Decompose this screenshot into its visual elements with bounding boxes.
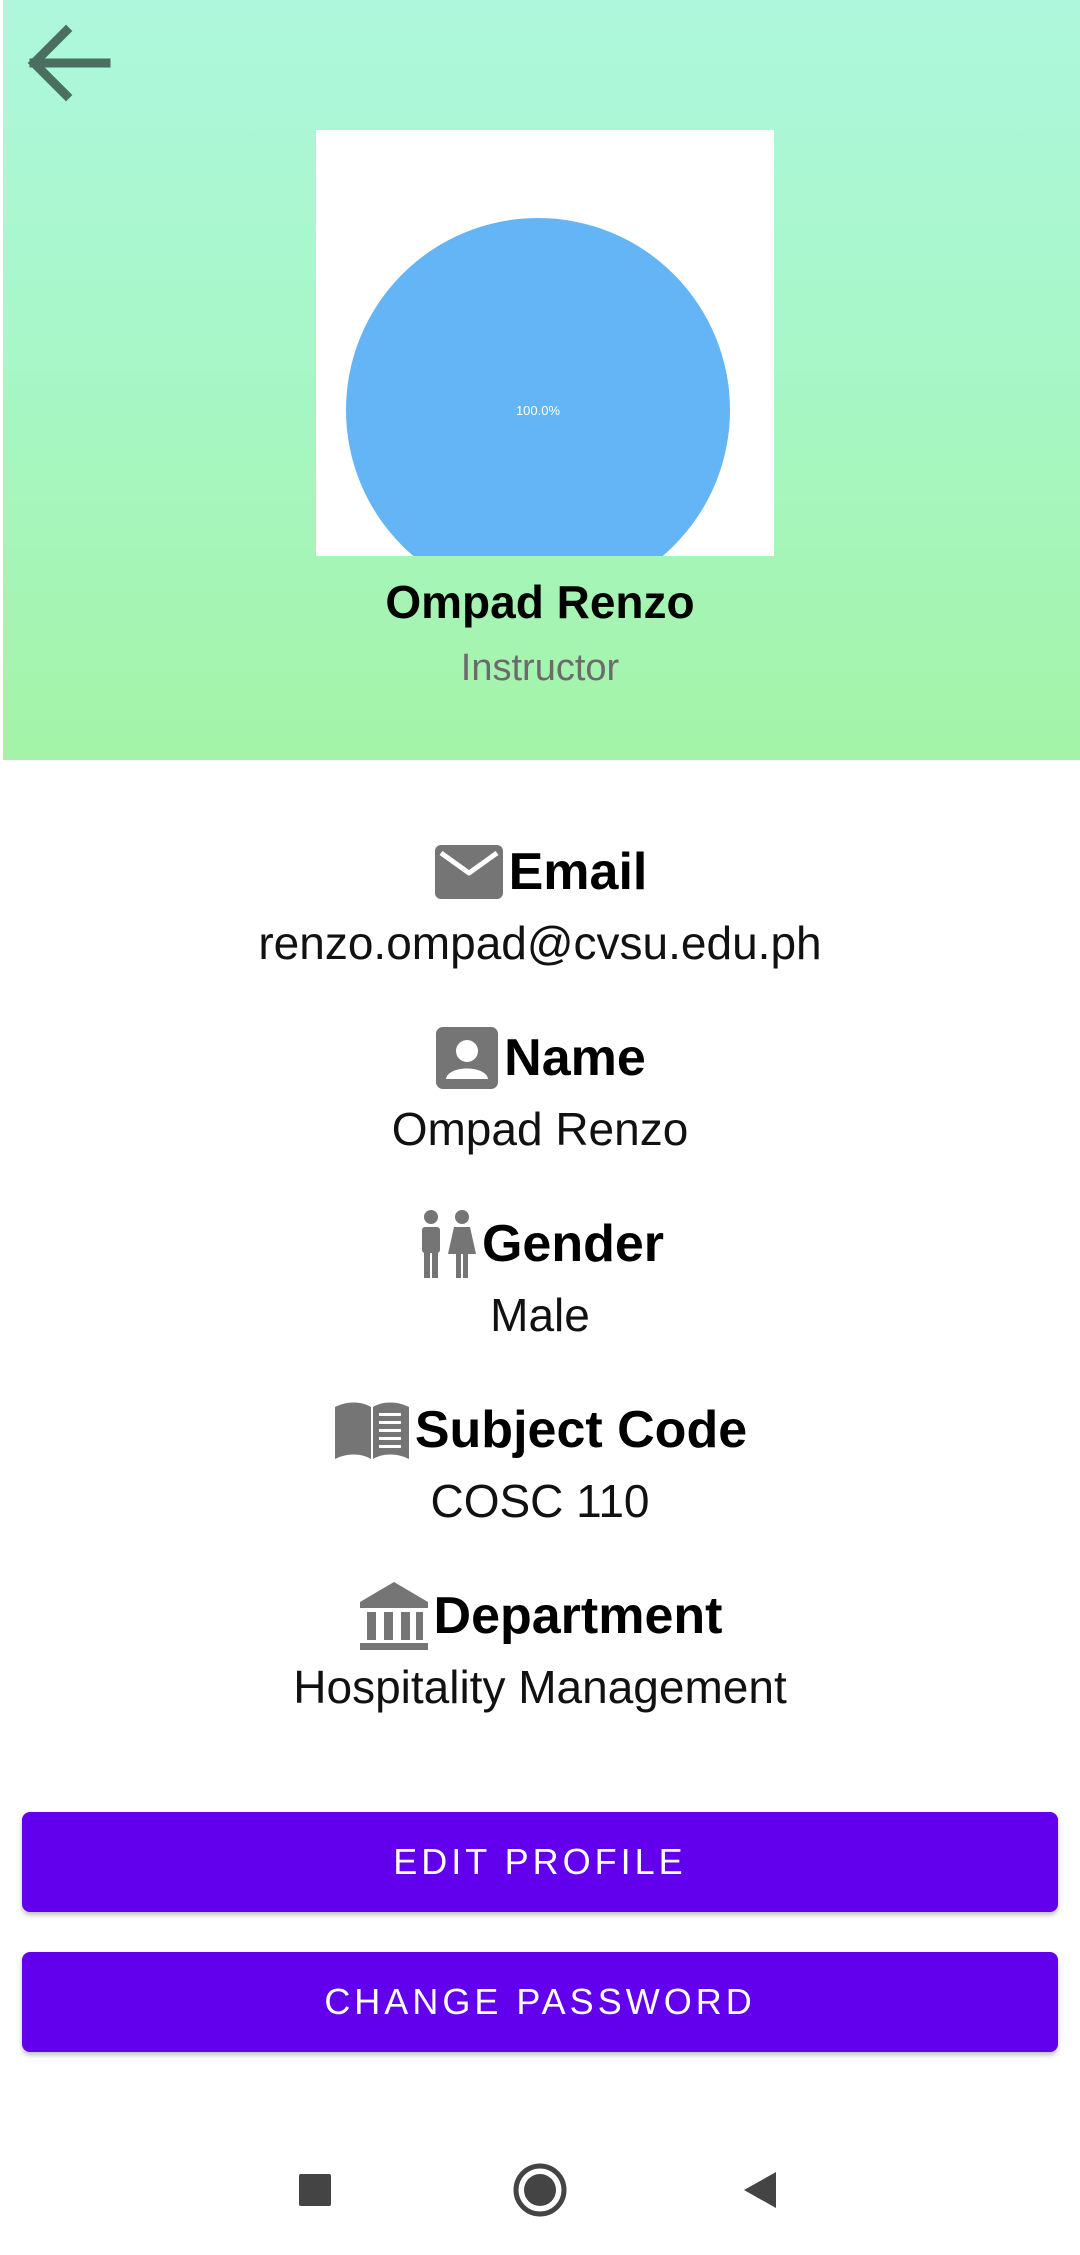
gender-label: Gender	[481, 1215, 665, 1273]
pie-chart: 100.0%	[346, 218, 730, 556]
circle-icon	[513, 2163, 567, 2217]
info-name: Name Ompad Renzo	[0, 1018, 1080, 1164]
recents-button[interactable]	[270, 2145, 360, 2235]
email-label: Email	[508, 843, 648, 901]
back-nav-button[interactable]	[715, 2145, 805, 2235]
subject-code-label: Subject Code	[414, 1401, 748, 1459]
mail-icon	[433, 841, 505, 903]
info-gender: Gender Male	[0, 1204, 1080, 1350]
name-label: Name	[504, 1029, 646, 1087]
book-icon	[333, 1399, 411, 1461]
profile-role: Instructor	[460, 647, 620, 689]
arrow-left-icon	[27, 24, 111, 102]
wc-icon	[416, 1208, 478, 1280]
change-password-button[interactable]: CHANGE PASSWORD	[22, 1952, 1058, 2052]
square-icon	[299, 2174, 331, 2206]
pie-slice-label-0: 100.0%	[516, 403, 561, 418]
system-nav-bar	[0, 2135, 1080, 2255]
department-value: Hospitality Management	[293, 1661, 787, 1713]
chart-container: 100.0%	[316, 130, 774, 556]
profile-name: Ompad Renzo	[385, 576, 695, 628]
profile-header: 100.0% Ompad Renzo Instructor	[3, 0, 1080, 760]
pie-slice-0	[346, 218, 730, 556]
info-department: Department Hospitality Management	[0, 1576, 1080, 1722]
edit-profile-button[interactable]: EDIT PROFILE	[22, 1812, 1058, 1912]
name-value: Ompad Renzo	[391, 1103, 689, 1155]
gender-value: Male	[490, 1289, 590, 1341]
subject-code-value: COSC 110	[430, 1475, 650, 1527]
department-label: Department	[433, 1587, 723, 1645]
info-subject-code: Subject Code COSC 110	[0, 1390, 1080, 1536]
triangle-back-icon	[744, 2172, 776, 2208]
account-box-icon	[434, 1025, 500, 1091]
email-value: renzo.ompad@cvsu.edu.ph	[258, 917, 822, 969]
info-email: Email renzo.ompad@cvsu.edu.ph	[0, 832, 1080, 978]
home-button[interactable]	[495, 2145, 585, 2235]
institution-icon	[358, 1580, 430, 1652]
back-button[interactable]	[18, 13, 118, 113]
